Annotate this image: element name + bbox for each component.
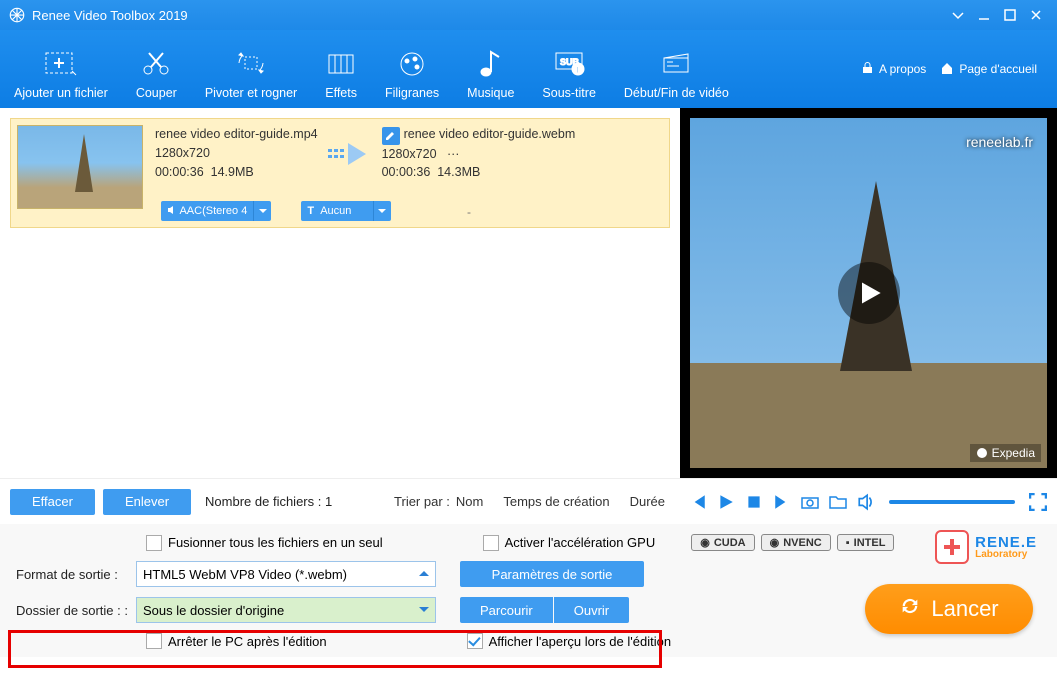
toolbar-label: Filigranes [385, 86, 439, 100]
prev-icon[interactable] [689, 493, 707, 511]
output-panel: Fusionner tous les fichiers en un seul A… [0, 524, 1057, 657]
intro-outro-button[interactable]: Début/Fin de vidéo [610, 30, 743, 108]
show-preview-checkbox[interactable]: Afficher l'aperçu lors de l'édition [467, 633, 672, 649]
edit-icon[interactable] [382, 127, 400, 145]
nvenc-badge: ◉ NVENC [761, 534, 831, 551]
toolbar-label: Sous-titre [542, 86, 596, 100]
sort-duration[interactable]: Durée [630, 494, 665, 509]
subtitle-track-dropdown[interactable]: T Aucun [301, 201, 390, 221]
preview-watermark: reneelab.fr [966, 134, 1033, 150]
fullscreen-icon[interactable] [1029, 493, 1047, 511]
clapper-icon [661, 44, 691, 82]
media-item[interactable]: renee video editor-guide.mp4 1280x720 00… [10, 118, 670, 228]
plus-icon [935, 530, 969, 564]
maximize-icon[interactable] [997, 5, 1023, 25]
app-logo-icon [8, 6, 26, 24]
stop-icon[interactable] [745, 493, 763, 511]
file-list-pane: renee video editor-guide.mp4 1280x720 00… [0, 108, 680, 478]
thumbnail [17, 125, 143, 209]
music-note-icon [479, 44, 503, 82]
chevron-down-icon[interactable] [373, 201, 391, 221]
next-icon[interactable] [773, 493, 791, 511]
rotate-crop-button[interactable]: Pivoter et rogner [191, 30, 311, 108]
clear-button[interactable]: Effacer [10, 489, 95, 515]
player-controls [677, 493, 1047, 511]
chevron-down-icon[interactable] [253, 201, 271, 221]
toolbar-label: Musique [467, 86, 514, 100]
toolbar-label: Couper [136, 86, 177, 100]
svg-text:T: T [575, 65, 581, 75]
gpu-checkbox[interactable]: Activer l'accélération GPU [483, 535, 656, 551]
scissors-icon [141, 44, 171, 82]
source-resolution: 1280x720 [155, 144, 318, 163]
output-folder-dropdown[interactable]: Sous le dossier d'origine [136, 597, 436, 623]
open-button[interactable]: Ouvrir [554, 597, 629, 623]
browse-button[interactable]: Parcourir [460, 597, 553, 623]
subtitle-icon: SUBT [553, 44, 585, 82]
arrow-icon [328, 143, 368, 170]
progress-dash: - [467, 205, 471, 219]
folder-icon[interactable] [829, 493, 847, 511]
file-count: Nombre de fichiers : 1 [205, 494, 332, 509]
film-icon [326, 44, 356, 82]
dest-meta: renee video editor-guide.webm 1280x720 ·… [382, 125, 576, 182]
sort-by-label: Trier par : [394, 494, 450, 509]
intel-badge: ▪ INTEL [837, 534, 895, 551]
watermark-button[interactable]: Filigranes [371, 30, 453, 108]
home-icon [940, 61, 954, 78]
effects-button[interactable]: Effets [311, 30, 371, 108]
toolbar-label: Pivoter et rogner [205, 86, 297, 100]
close-icon[interactable] [1023, 5, 1049, 25]
home-link[interactable]: Page d'accueil [940, 61, 1037, 78]
source-brand: Expedia [970, 444, 1041, 462]
subtitle-button[interactable]: SUBT Sous-titre [528, 30, 610, 108]
audio-track-dropdown[interactable]: AAC(Stereo 4 [161, 201, 271, 221]
sort-name[interactable]: Nom [456, 494, 483, 509]
play-overlay-icon[interactable] [838, 262, 900, 324]
window-options-icon[interactable] [945, 5, 971, 25]
main-toolbar: Ajouter un fichier Couper Pivoter et rog… [0, 30, 1057, 108]
add-file-button[interactable]: Ajouter un fichier [0, 30, 122, 108]
music-button[interactable]: Musique [453, 30, 528, 108]
snapshot-icon[interactable] [801, 493, 819, 511]
source-meta: renee video editor-guide.mp4 1280x720 00… [155, 125, 318, 181]
title-bar: Renee Video Toolbox 2019 [0, 0, 1057, 30]
sort-time[interactable]: Temps de création [503, 494, 609, 509]
launch-button[interactable]: Lancer [865, 584, 1033, 634]
preview-pane: reneelab.fr Expedia [680, 108, 1057, 478]
output-format-label: Format de sortie : [16, 567, 136, 582]
dest-filename: renee video editor-guide.webm [404, 127, 576, 141]
cuda-badge: ◉ CUDA [691, 534, 754, 551]
shutdown-checkbox[interactable]: Arrêter le PC après l'édition [146, 633, 327, 649]
more-icon[interactable]: ··· [447, 147, 460, 161]
remove-button[interactable]: Enlever [103, 489, 191, 515]
rotate-icon [235, 44, 267, 82]
chevron-down-icon [419, 603, 429, 618]
merge-checkbox[interactable]: Fusionner tous les fichiers en un seul [146, 535, 383, 551]
list-controls-row: Effacer Enlever Nombre de fichiers : 1 T… [0, 478, 1057, 524]
toolbar-label: Début/Fin de vidéo [624, 86, 729, 100]
add-file-icon [44, 44, 78, 82]
minimize-icon[interactable] [971, 5, 997, 25]
palette-icon [397, 44, 427, 82]
output-format-dropdown[interactable]: HTML5 WebM VP8 Video (*.webm) [136, 561, 436, 587]
toolbar-label: Ajouter un fichier [14, 86, 108, 100]
play-icon[interactable] [717, 493, 735, 511]
volume-slider[interactable] [889, 500, 1015, 504]
main-area: renee video editor-guide.mp4 1280x720 00… [0, 108, 1057, 478]
source-filename: renee video editor-guide.mp4 [155, 125, 318, 144]
volume-icon[interactable] [857, 493, 875, 511]
brand-logo: RENE.ELaboratory [935, 530, 1037, 564]
output-folder-label: Dossier de sortie : : [16, 603, 136, 618]
video-preview[interactable]: reneelab.fr Expedia [690, 118, 1047, 468]
cut-button[interactable]: Couper [122, 30, 191, 108]
output-params-button[interactable]: Paramètres de sortie [460, 561, 644, 587]
app-title: Renee Video Toolbox 2019 [32, 8, 188, 23]
toolbar-label: Effets [325, 86, 357, 100]
lock-icon [861, 61, 874, 77]
about-link[interactable]: A propos [861, 61, 926, 77]
refresh-icon [899, 595, 921, 623]
chevron-up-icon [419, 567, 429, 582]
